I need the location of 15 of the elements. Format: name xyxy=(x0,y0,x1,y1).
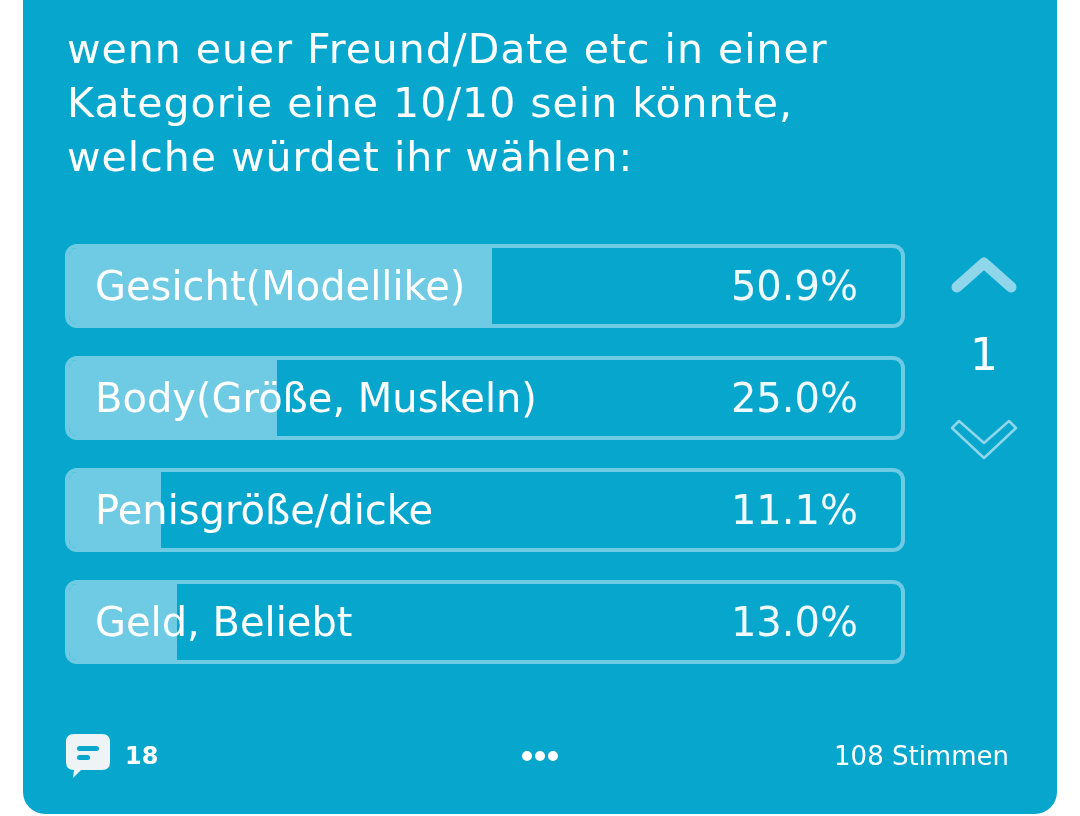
option-label: Gesicht(Modellike) xyxy=(95,262,466,310)
chevron-up-icon[interactable] xyxy=(951,255,1017,295)
more-options-icon[interactable] xyxy=(522,751,558,761)
percent-label: 50.9% xyxy=(730,262,858,310)
percent-label: 13.0% xyxy=(730,598,858,646)
vote-count: 108 Stimmen xyxy=(833,741,1009,771)
question-text: wenn euer Freund/Date etc in einer Kategorie eine 10/10 sein könnte, welche würdet ihr wählen: xyxy=(67,24,829,183)
vote-score: 1 xyxy=(970,332,998,378)
speech-bubble-icon[interactable] xyxy=(65,733,111,779)
percent-label: 25.0% xyxy=(730,374,858,422)
poll-option-bar[interactable]: Penisgröße/dicke 11.1% xyxy=(65,468,905,552)
comment-count: 18 xyxy=(125,742,159,770)
poll-option-bar[interactable]: Gesicht(Modellike) 50.9% xyxy=(65,244,905,328)
percent-label: 11.1% xyxy=(730,486,858,534)
option-label: Penisgröße/dicke xyxy=(95,486,434,534)
